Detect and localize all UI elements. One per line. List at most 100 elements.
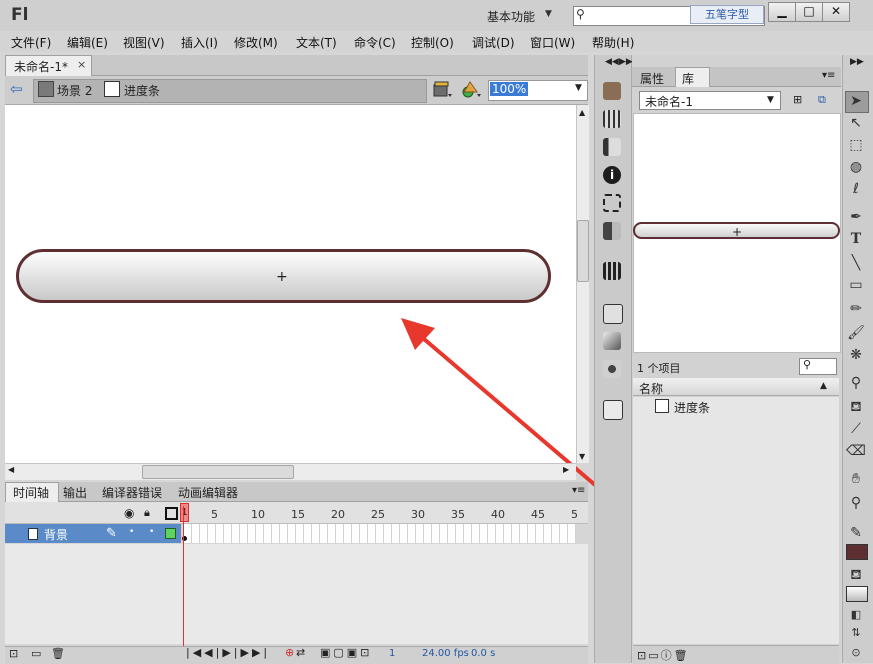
menu-window[interactable]: 窗口(W) <box>530 34 575 51</box>
tab-library[interactable]: 库 <box>682 70 694 87</box>
tab-compiler-errors[interactable]: 编译器错误 <box>102 484 162 501</box>
breadcrumb-symbol[interactable]: 进度条 <box>124 82 160 99</box>
lock-dot-icon[interactable]: • <box>149 527 154 537</box>
swatches-icon[interactable] <box>603 110 621 128</box>
scroll-right-icon[interactable]: ▶ <box>563 465 569 474</box>
new-library-panel-icon[interactable]: ⧉ <box>818 93 826 107</box>
swap-colors-icon[interactable]: ⇅ <box>846 624 866 642</box>
breadcrumb-scene[interactable]: 场景 2 <box>57 82 92 99</box>
snap-magnet-icon[interactable]: ⊙ <box>846 644 866 662</box>
panel-menu-icon[interactable]: ▾≡ <box>822 70 835 81</box>
text-tool-icon[interactable]: T <box>846 230 866 248</box>
scroll-left-icon[interactable]: ◀ <box>8 465 14 474</box>
panel-menu-icon[interactable]: ▾≡ <box>572 485 585 496</box>
vertical-scrollbar[interactable] <box>576 105 589 463</box>
lock-icon[interactable]: 🔒︎ <box>144 506 150 520</box>
eraser-tool-icon[interactable]: ⌫ <box>846 442 866 460</box>
menu-help[interactable]: 帮助(H) <box>592 34 634 51</box>
menu-debug[interactable]: 调试(D) <box>472 34 515 51</box>
chevron-down-icon[interactable]: ▼ <box>767 95 774 105</box>
lasso-tool-icon[interactable]: ℓ <box>846 180 866 198</box>
hand-tool-icon[interactable]: ✋︎ <box>846 470 866 488</box>
minimize-button[interactable]: ▁ <box>768 2 796 22</box>
library-actions-icons[interactable]: ⊡▭ⓘ🗑︎ <box>637 647 690 663</box>
black-white-icon[interactable]: ◧ <box>846 606 866 624</box>
onion-skin-buttons[interactable]: ▣▢▣⊡ <box>320 646 372 659</box>
menu-control[interactable]: 控制(O) <box>411 34 454 51</box>
deco-tool-icon[interactable]: ❋ <box>846 346 866 364</box>
column-name[interactable]: 名称 <box>639 380 663 397</box>
new-folder-icon[interactable]: ▭ <box>31 647 41 660</box>
layer-color-icon[interactable] <box>165 528 176 539</box>
menu-commands[interactable]: 命令(C) <box>354 34 396 51</box>
menu-modify[interactable]: 修改(M) <box>234 34 278 51</box>
trash-icon[interactable]: 🗑︎ <box>51 647 65 660</box>
eye-icon[interactable]: ◉ <box>124 506 134 520</box>
layer-name[interactable]: 背景 <box>44 526 68 543</box>
selection-tool-icon[interactable]: ➤ <box>846 92 866 110</box>
brush-tool-icon[interactable]: 🖌︎ <box>846 324 866 342</box>
tab-motion-editor[interactable]: 动画编辑器 <box>178 484 238 501</box>
new-layer-icon[interactable]: ⊡ <box>9 647 18 660</box>
info-icon[interactable]: i <box>603 166 621 184</box>
collapse-icon[interactable]: ◀◀ <box>605 57 619 67</box>
motion-presets-icon[interactable] <box>603 360 621 378</box>
close-icon[interactable]: × <box>77 58 86 71</box>
align-icon[interactable] <box>603 138 621 156</box>
actions-icon[interactable] <box>603 304 623 324</box>
horizontal-scroll-thumb[interactable] <box>142 465 294 479</box>
library-column-header[interactable] <box>633 378 839 396</box>
menu-file[interactable]: 文件(F) <box>11 34 51 51</box>
history-icon[interactable] <box>603 222 621 240</box>
stroke-color-swatch[interactable] <box>846 544 868 560</box>
playhead[interactable]: 1 <box>180 503 189 522</box>
loop-icon[interactable]: ⇄ <box>296 646 305 659</box>
expand-icon[interactable]: ▶▶ <box>619 57 633 67</box>
close-button[interactable]: ✕ <box>822 2 850 22</box>
components-icon[interactable] <box>603 332 621 350</box>
pen-tool-icon[interactable]: ✒ <box>846 208 866 226</box>
frame-rate-readout[interactable]: 24.00 fps <box>422 648 469 659</box>
output-icon[interactable] <box>603 400 623 420</box>
back-arrow-icon[interactable]: ⇦ <box>10 80 23 98</box>
chevron-down-icon[interactable]: ▼ <box>545 9 552 19</box>
line-tool-icon[interactable]: ╲ <box>846 254 866 272</box>
edit-scene-button[interactable] <box>432 80 454 100</box>
center-frame-icon[interactable]: ⊕ <box>285 646 294 659</box>
visibility-dot-icon[interactable]: • <box>129 527 134 537</box>
tab-timeline[interactable]: 时间轴 <box>13 484 49 501</box>
menu-view[interactable]: 视图(V) <box>123 34 165 51</box>
sort-icon[interactable]: ▲ <box>820 381 827 391</box>
playback-controls[interactable]: |◀◀|▶|▶▶| <box>186 646 270 659</box>
maximize-button[interactable]: □ <box>795 2 823 22</box>
paint-bucket-tool-icon[interactable]: ⛾ <box>846 398 866 416</box>
rectangle-tool-icon[interactable]: ▭ <box>846 276 866 294</box>
workspace-switcher[interactable]: 基本功能 <box>487 8 535 25</box>
tab-properties[interactable]: 属性 <box>640 70 664 87</box>
outline-icon[interactable] <box>165 507 178 520</box>
color-icon[interactable] <box>603 82 621 100</box>
edit-symbol-button[interactable] <box>461 80 483 100</box>
library-icon[interactable] <box>603 262 621 280</box>
library-item-name[interactable]: 进度条 <box>674 399 710 416</box>
vertical-scroll-thumb[interactable] <box>577 220 589 282</box>
fill-color-swatch[interactable] <box>846 586 868 602</box>
menu-edit[interactable]: 编辑(E) <box>67 34 108 51</box>
transform-icon[interactable] <box>603 194 621 212</box>
scroll-up-icon[interactable]: ▲ <box>579 108 585 117</box>
frames-area[interactable] <box>184 524 576 543</box>
free-transform-tool-icon[interactable]: ⬚ <box>846 136 866 154</box>
expand-icon[interactable]: ▶▶ <box>850 57 864 67</box>
scroll-down-icon[interactable]: ▼ <box>579 452 585 461</box>
pencil-tool-icon[interactable]: ✏ <box>846 300 866 318</box>
bone-tool-icon[interactable]: ⚲ <box>846 374 866 392</box>
3d-rotation-tool-icon[interactable]: ◍ <box>846 158 866 176</box>
zoom-tool-icon[interactable]: ⚲ <box>846 494 866 512</box>
chevron-down-icon[interactable]: ▼ <box>575 83 582 93</box>
eyedropper-tool-icon[interactable]: ⟋ <box>846 420 866 438</box>
menu-text[interactable]: 文本(T) <box>296 34 337 51</box>
pin-icon[interactable]: ⊞ <box>793 93 802 106</box>
subselection-tool-icon[interactable]: ↖ <box>846 114 866 132</box>
tab-output[interactable]: 输出 <box>63 484 87 501</box>
menu-insert[interactable]: 插入(I) <box>181 34 218 51</box>
